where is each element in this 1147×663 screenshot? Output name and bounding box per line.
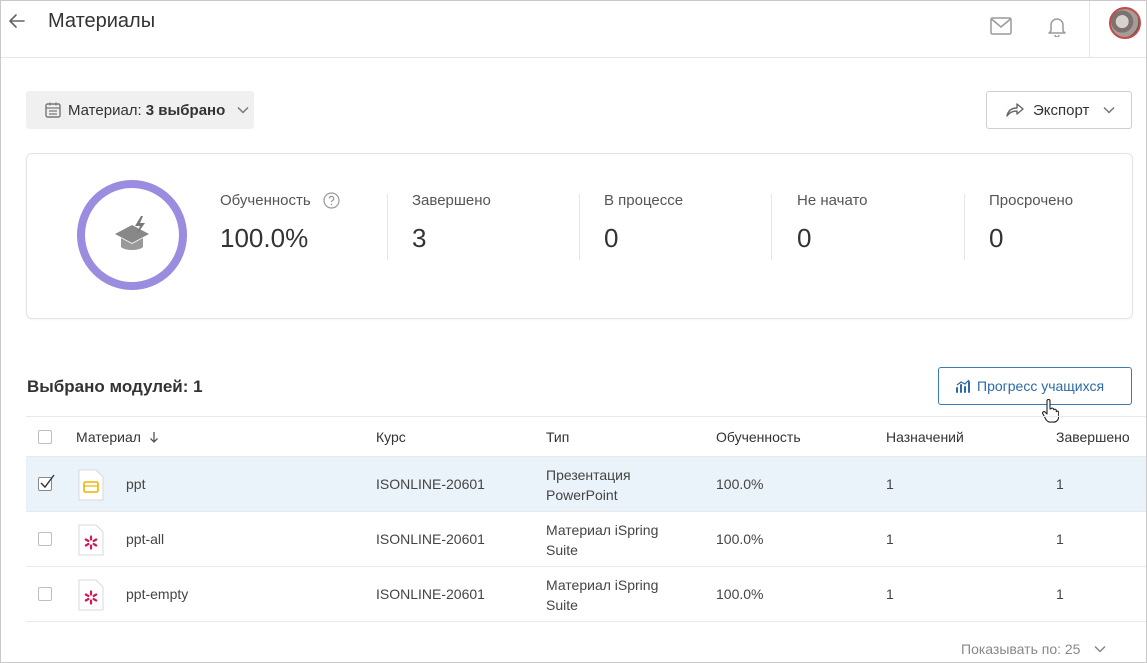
stat-completed: Завершено 3	[412, 192, 491, 254]
ispring-icon	[78, 524, 104, 556]
chevron-down-icon	[1094, 645, 1106, 653]
checkmark-icon	[40, 474, 55, 489]
material-type-line: Материал iSpring	[546, 522, 659, 538]
material-type-line: Suite	[546, 542, 578, 558]
stat-divider	[771, 194, 772, 260]
column-header-label: Материал	[76, 429, 141, 445]
material-type: Материал iSpring Suite	[546, 575, 658, 615]
table-row[interactable]: ppt ISONLINE-20601 Презентация PowerPoin…	[26, 457, 1146, 512]
bell-icon[interactable]	[1046, 15, 1068, 37]
chevron-down-icon	[237, 106, 249, 114]
page-size-selector[interactable]: Показывать по: 25	[961, 641, 1106, 657]
filter-value: 3 выбрано	[145, 101, 226, 119]
stat-divider	[579, 194, 580, 260]
stat-value: 0	[604, 223, 619, 253]
export-label: Экспорт	[1033, 101, 1090, 119]
header-divider	[1089, 1, 1090, 58]
table-row[interactable]: ppt-all ISONLINE-20601 Материал iSpring …	[26, 512, 1146, 567]
mail-icon[interactable]	[990, 17, 1012, 35]
completion-value: 100.0%	[716, 476, 764, 492]
completion-donut	[77, 180, 187, 290]
stat-divider	[964, 194, 965, 260]
table-row[interactable]: ppt-empty ISONLINE-20601 Материал iSprin…	[26, 567, 1146, 622]
presentation-icon	[78, 469, 104, 501]
material-type: Материал iSpring Suite	[546, 520, 658, 560]
stat-value: 0	[989, 223, 1004, 253]
completed-value: 1	[1056, 531, 1064, 547]
course-code: ISONLINE-20601	[376, 476, 485, 492]
material-filter-dropdown[interactable]: Материал: 3 выбрано	[26, 91, 254, 129]
user-avatar[interactable]	[1109, 7, 1141, 39]
completed-value: 1	[1056, 586, 1064, 602]
column-header-completion[interactable]: Обученность	[716, 429, 801, 445]
stat-label: В процессе	[604, 192, 684, 209]
stat-overdue: Просрочено 0	[989, 192, 1073, 254]
stat-label: Обученность	[220, 192, 311, 209]
stat-value: 0	[797, 223, 812, 253]
row-checkbox[interactable]	[38, 474, 55, 491]
stat-completion: Обученность 100.0%	[220, 192, 340, 254]
page-size-label: Показывать по: 25	[961, 641, 1081, 657]
material-type: Презентация PowerPoint	[546, 465, 631, 505]
graduation-cap-icon	[115, 216, 149, 250]
material-type-line: Материал iSpring	[546, 577, 659, 593]
material-type-line: Suite	[546, 597, 578, 613]
assigned-value: 1	[886, 586, 894, 602]
assigned-value: 1	[886, 476, 894, 492]
share-arrow-icon	[1006, 103, 1024, 117]
stat-divider	[387, 194, 388, 260]
course-code: ISONLINE-20601	[376, 531, 485, 547]
selected-modules-title: Выбрано модулей: 1	[27, 377, 203, 396]
stat-value: 100.0%	[220, 223, 309, 253]
material-name[interactable]: ppt	[126, 476, 145, 492]
column-header-completed[interactable]: Завершено	[1056, 429, 1130, 445]
stat-value: 3	[412, 223, 427, 253]
course-code: ISONLINE-20601	[376, 586, 485, 602]
select-all-checkbox[interactable]	[38, 430, 52, 444]
column-header-assigned[interactable]: Назначений	[886, 429, 964, 445]
completed-value: 1	[1056, 476, 1064, 492]
stat-not-started: Не начато 0	[797, 192, 868, 254]
page-title: Материалы	[48, 10, 156, 32]
row-checkbox[interactable]	[38, 587, 52, 601]
app-window: Материалы Материал: 3 выбрано Экспорт Об…	[0, 0, 1147, 663]
assigned-value: 1	[886, 531, 894, 547]
completion-value: 100.0%	[716, 586, 764, 602]
ispring-icon	[78, 579, 104, 611]
stat-in-progress: В процессе 0	[604, 192, 683, 254]
column-header-material[interactable]: Материал	[76, 429, 159, 445]
chevron-down-icon	[1103, 106, 1115, 114]
material-type-line: PowerPoint	[546, 487, 618, 503]
stat-label: Просрочено	[989, 192, 1074, 209]
column-header-course[interactable]: Курс	[376, 429, 406, 445]
progress-button-label: Прогресс учащихся	[977, 378, 1105, 394]
row-checkbox[interactable]	[38, 532, 52, 546]
sort-down-arrow-icon	[149, 432, 158, 443]
table-header-row: Материал Курс Тип Обученность Назначений…	[26, 416, 1146, 457]
material-name[interactable]: ppt-empty	[126, 586, 188, 602]
stat-label: Завершено	[412, 192, 491, 209]
material-name[interactable]: ppt-all	[126, 531, 164, 547]
materials-table: Материал Курс Тип Обученность Назначений…	[26, 416, 1146, 622]
export-button[interactable]: Экспорт	[986, 91, 1132, 129]
back-arrow-icon[interactable]	[7, 11, 27, 31]
stat-label: Не начато	[797, 192, 868, 209]
material-type-line: Презентация	[546, 467, 631, 483]
learner-progress-button[interactable]: Прогресс учащихся	[938, 367, 1132, 405]
completion-value: 100.0%	[716, 531, 764, 547]
chart-icon	[956, 379, 970, 393]
top-header: Материалы	[1, 1, 1146, 58]
stats-card: Обученность 100.0% Завершено 3 В процесс…	[26, 153, 1133, 319]
column-header-type[interactable]: Тип	[546, 429, 569, 445]
calendar-icon	[45, 102, 61, 118]
help-icon[interactable]	[323, 192, 340, 209]
filter-prefix: Материал:	[68, 101, 142, 119]
